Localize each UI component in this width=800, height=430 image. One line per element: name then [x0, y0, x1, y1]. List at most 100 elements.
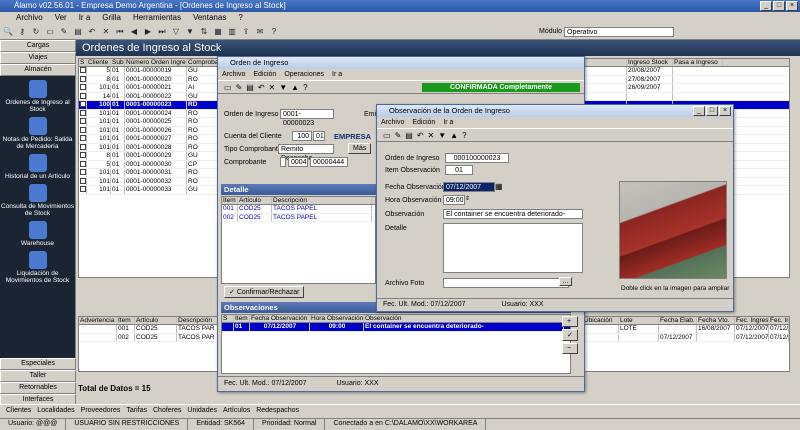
container-photo[interactable] — [619, 181, 727, 279]
help-icon[interactable]: ? — [268, 26, 280, 38]
observ-detalle-field[interactable] — [443, 223, 583, 273]
filter2-icon[interactable]: ▼ — [184, 26, 196, 38]
det-col-articulo[interactable]: Artículo — [238, 197, 272, 204]
prev-icon[interactable]: ▼ — [438, 131, 446, 140]
close-button[interactable]: × — [786, 1, 798, 11]
sidebar-tab-almacen[interactable]: Almacén — [0, 64, 76, 76]
menu-grilla[interactable]: Grilla — [102, 13, 121, 24]
comp-a-field[interactable]: 0004 — [288, 157, 308, 167]
observ-menu-ira[interactable]: Ir a — [443, 119, 453, 126]
undo-icon[interactable]: ↶ — [86, 26, 98, 38]
prev-icon[interactable]: ▼ — [279, 83, 287, 92]
next-icon[interactable]: ▲ — [291, 83, 299, 92]
col-numero[interactable]: Número Orden Ingreso — [125, 59, 187, 66]
filter-icon[interactable]: ▽ — [170, 26, 182, 38]
menu-help[interactable]: ? — [238, 13, 242, 24]
prev-icon[interactable]: ◀ — [128, 26, 140, 38]
orden-field[interactable]: 0001-00000023 — [280, 109, 334, 127]
calendar-icon[interactable]: ▦ — [495, 182, 503, 191]
last-icon[interactable]: ⏭ — [156, 26, 168, 38]
sidebar-item-warehouse[interactable]: Warehouse — [0, 221, 75, 247]
remove-icon[interactable]: − — [562, 343, 578, 354]
edit-icon[interactable]: ✎ — [58, 26, 70, 38]
menu-herramientas[interactable]: Herramientas — [133, 13, 181, 24]
next-icon[interactable]: ▶ — [142, 26, 154, 38]
sidebar-tab-retornables[interactable]: Retornables — [0, 382, 76, 394]
sidebar-item-ordenes[interactable]: Ordenes de Ingreso al Stock — [0, 80, 75, 113]
col-advertencia[interactable]: Advertencia — [79, 317, 117, 324]
mail-icon[interactable]: ✉ — [254, 26, 266, 38]
checkbox[interactable] — [80, 135, 86, 141]
col-fingreso2[interactable]: Fec. Ingreso — [769, 317, 789, 324]
checkbox[interactable] — [80, 177, 86, 184]
obs-col-fecha[interactable]: Fecha Observación — [250, 315, 310, 322]
print-icon[interactable]: ▤ — [405, 131, 413, 140]
checkbox[interactable] — [80, 160, 86, 167]
obs-col-item[interactable]: Item — [234, 315, 250, 322]
menu-ventanas[interactable]: Ventanas — [193, 13, 226, 24]
shortcut-proveedores[interactable]: Proveedores — [81, 407, 121, 418]
chart-icon[interactable]: ▥ — [226, 26, 238, 38]
orden-menu-operaciones[interactable]: Operaciones — [284, 71, 324, 78]
sidebar-item-historial[interactable]: Historial de un Artículo — [0, 154, 75, 180]
undo-icon[interactable]: ↶ — [417, 131, 424, 140]
shortcut-articulos[interactable]: Artículos — [223, 407, 250, 418]
checkbox[interactable] — [80, 118, 86, 124]
col-cliente[interactable]: Cliente — [87, 59, 111, 66]
key-icon[interactable]: ⚷ — [16, 26, 28, 38]
col-item[interactable]: Item — [117, 317, 135, 324]
shortcut-unidades[interactable]: Unidades — [187, 407, 217, 418]
checkbox[interactable] — [80, 126, 86, 133]
checkbox[interactable] — [80, 169, 86, 175]
col-ingreso[interactable]: Ingreso Stock — [627, 59, 673, 66]
orden-menu-ira[interactable]: Ir a — [332, 71, 342, 78]
shortcut-clientes[interactable]: Clientes — [6, 407, 31, 418]
print-icon[interactable]: ▤ — [72, 26, 84, 38]
cliente-sub-field[interactable]: 01 — [313, 131, 325, 141]
cliente-field[interactable]: 100 — [292, 131, 312, 141]
minimize-button[interactable]: _ — [693, 106, 705, 116]
observ-item-field[interactable]: 01 — [445, 165, 473, 175]
checkbox[interactable] — [80, 152, 86, 158]
add-icon[interactable]: + — [562, 316, 578, 327]
maximize-button[interactable]: □ — [706, 106, 718, 116]
tipo-select[interactable]: Remito Despacho — [278, 144, 334, 162]
menu-archivo[interactable]: Archivo — [16, 13, 43, 24]
confirmar-button[interactable]: ✓ Confirmar/Rechazar — [224, 286, 305, 298]
checkbox[interactable] — [80, 143, 86, 150]
col-fingreso[interactable]: Fec. Ingreso — [735, 317, 769, 324]
spin-icon[interactable]: ⇕ — [465, 195, 470, 202]
delete-icon[interactable]: ✕ — [100, 26, 112, 38]
edit-icon[interactable]: ✎ — [395, 131, 402, 140]
sidebar-tab-viajes[interactable]: Viajes — [0, 52, 76, 64]
menu-ira[interactable]: Ir a — [79, 13, 91, 24]
maximize-button[interactable]: □ — [773, 1, 785, 11]
new-icon[interactable]: ▭ — [383, 131, 391, 140]
checkbox[interactable] — [80, 92, 86, 99]
undo-icon[interactable]: ↶ — [258, 83, 265, 92]
col-vto[interactable]: Fecha Vto. — [697, 317, 735, 324]
help-icon[interactable]: ? — [303, 83, 307, 92]
orden-menu-edicion[interactable]: Edición — [253, 71, 276, 78]
sidebar-tab-taller[interactable]: Taller — [0, 370, 76, 382]
checkbox[interactable] — [80, 109, 86, 116]
delete-icon[interactable]: ✕ — [428, 131, 435, 140]
obs-col-obs[interactable]: Observación — [364, 315, 564, 322]
sidebar-item-liquidacion[interactable]: Liquidación de Movimientos de Stock — [0, 251, 75, 284]
observ-menu-edicion[interactable]: Edición — [412, 119, 435, 126]
det-col-item[interactable]: Item — [222, 197, 238, 204]
observ-hora-field[interactable]: 09:00 — [443, 195, 465, 205]
search-icon[interactable]: 🔍 — [2, 26, 14, 38]
col-pasa[interactable]: Pasa a Ingreso — [673, 59, 723, 66]
shortcut-tarifas[interactable]: Tarifas — [126, 407, 147, 418]
minimize-button[interactable]: _ — [760, 1, 772, 11]
observ-fecha-field[interactable]: 07/12/2007 — [443, 182, 495, 192]
check-icon[interactable]: ✓ — [562, 329, 578, 341]
sidebar-item-consulta[interactable]: Consulta de Movimientos de Stock — [0, 184, 75, 217]
obs-row[interactable]: 01 07/12/2007 09:00 El container se encuent… — [222, 323, 570, 332]
modulo-select[interactable]: Operativo — [564, 26, 674, 37]
close-button[interactable]: × — [719, 106, 731, 116]
sidebar-item-notas[interactable]: Notas de Pedido: Salida de Mercadería — [0, 117, 75, 150]
col-lote[interactable]: Lote — [619, 317, 659, 324]
sort-icon[interactable]: ⇅ — [198, 26, 210, 38]
